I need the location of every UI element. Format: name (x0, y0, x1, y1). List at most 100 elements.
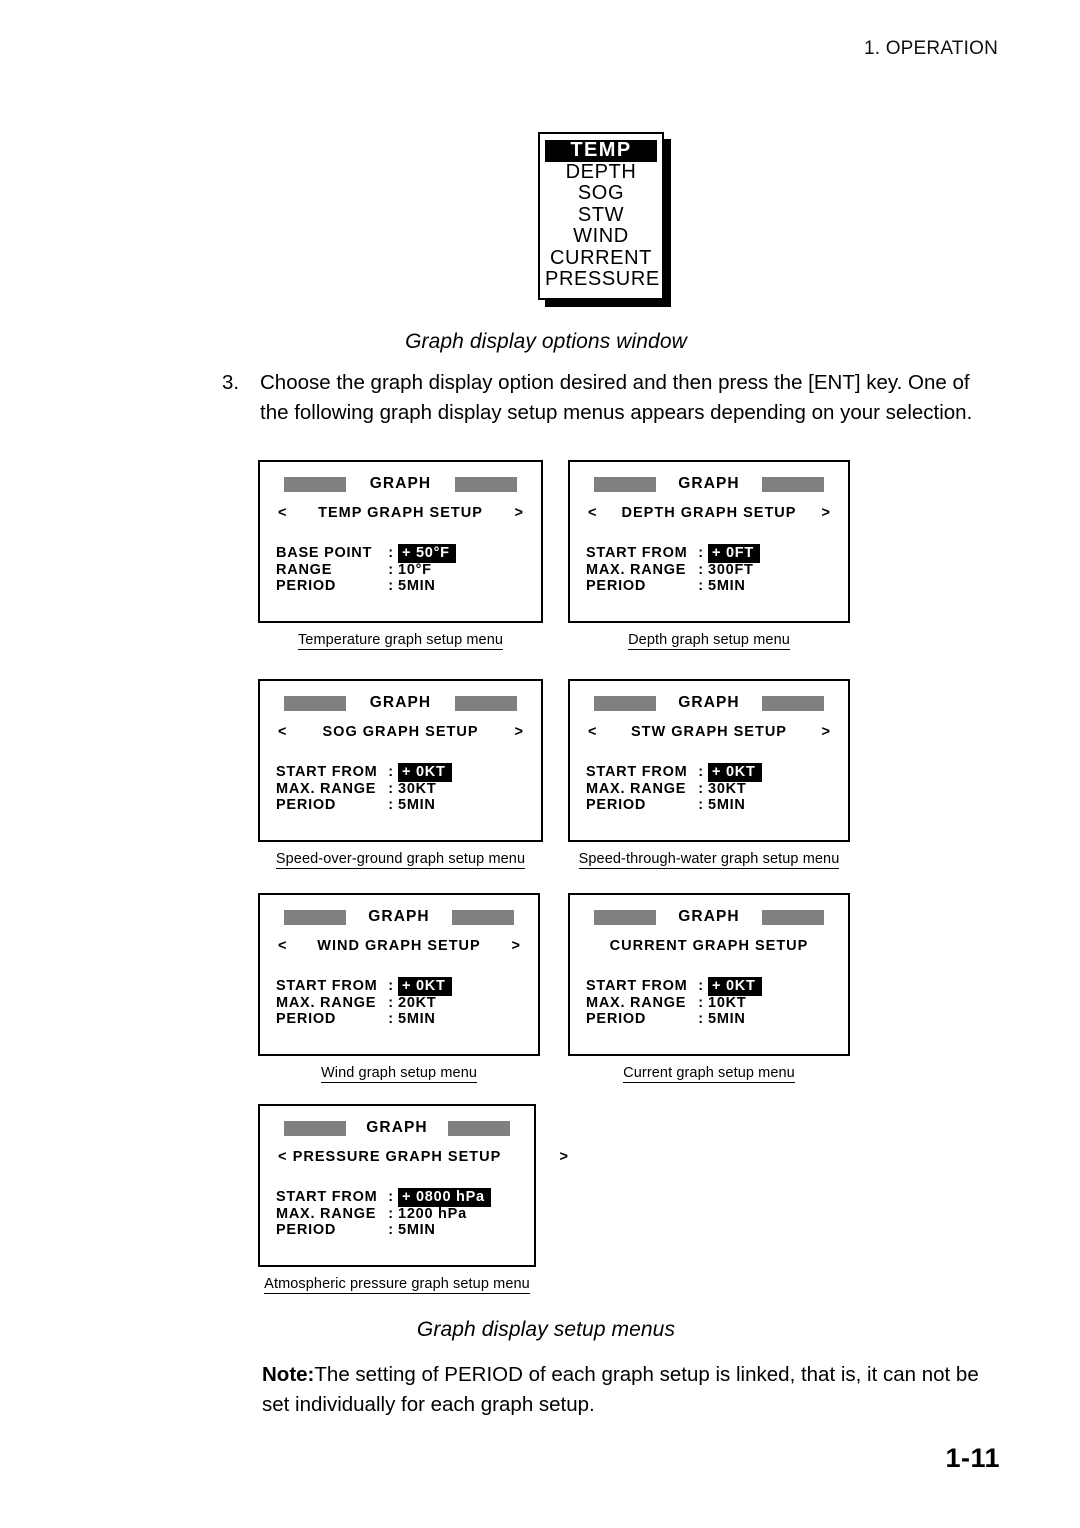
lcd-screen: GRAPH < PRESSURE GRAPH SETUP START FROM: + 0… (258, 1104, 536, 1267)
parameter-value[interactable]: 30KT (708, 781, 746, 798)
lcd-parameter-row[interactable]: START FROM: + 0FT (586, 544, 848, 563)
lcd-parameter-row[interactable]: START FROM: + 0KT (276, 763, 541, 782)
parameter-value-selected[interactable]: + 0KT (708, 763, 762, 782)
lcd-title-row: GRAPH (260, 904, 538, 934)
parameter-value[interactable]: 20KT (398, 995, 436, 1012)
lcd-parameter-row[interactable]: PERIOD:5MIN (276, 1222, 534, 1239)
lcd-subtitle-row: < DEPTH GRAPH SETUP > (570, 503, 848, 531)
parameter-label: START FROM (276, 1189, 378, 1205)
lcd-subtitle: DEPTH GRAPH SETUP (621, 505, 797, 521)
parameter-separator: : (388, 764, 394, 780)
parameter-label: RANGE (276, 561, 333, 578)
lcd-parameter-row[interactable]: MAX. RANGE:10KT (586, 995, 848, 1012)
parameter-value[interactable]: 5MIN (708, 797, 746, 814)
lcd-parameter-row[interactable]: PERIOD:5MIN (586, 797, 848, 814)
parameter-separator: : (388, 1205, 394, 1222)
lcd-parameter-list: BASE POINT: + 50°F RANGE:10°F PERIOD:5MIN (260, 544, 541, 595)
menu-caption-text: Atmospheric pressure graph setup menu (264, 1276, 530, 1294)
parameter-label: PERIOD (276, 578, 337, 594)
parameter-value[interactable]: 300FT (708, 562, 754, 579)
lcd-parameter-row[interactable]: START FROM: + 0800 hPa (276, 1188, 534, 1207)
lcd-title-row: GRAPH (570, 690, 848, 720)
menu-cell-stw-graph-setup: GRAPH < STW GRAPH SETUP > START FROM: + 0KT MA… (568, 679, 850, 869)
lcd-parameter-row[interactable]: PERIOD:5MIN (276, 797, 541, 814)
grey-bar-left (284, 910, 346, 925)
menu-caption: Speed-through-water graph setup menu (568, 851, 850, 869)
note-block: Note:The setting of PERIOD of each graph… (262, 1360, 982, 1420)
grey-bar-left (284, 477, 346, 492)
parameter-label: BASE POINT (276, 545, 373, 561)
parameter-separator: : (698, 1011, 704, 1027)
lcd-parameter-row[interactable]: PERIOD:5MIN (586, 578, 848, 595)
lcd-parameter-row[interactable]: PERIOD:5MIN (276, 1011, 538, 1028)
lcd-subtitle-row: < PRESSURE GRAPH SETUP (260, 1147, 534, 1175)
grey-bar-left (594, 910, 656, 925)
lcd-parameter-row[interactable]: MAX. RANGE:300FT (586, 562, 848, 579)
prev-arrow-icon[interactable]: < (278, 936, 286, 956)
parameter-value-selected[interactable]: + 0800 hPa (398, 1188, 491, 1207)
parameter-value-selected[interactable]: + 0KT (708, 977, 762, 996)
parameter-separator: : (388, 797, 394, 813)
parameter-value[interactable]: 10KT (708, 995, 746, 1012)
menu-caption-text: Temperature graph setup menu (297, 632, 504, 650)
parameter-separator: : (698, 578, 704, 594)
grey-bar-right (455, 696, 517, 711)
parameter-separator: : (388, 1222, 394, 1238)
lcd-subtitle: STW GRAPH SETUP (631, 724, 787, 740)
lcd-parameter-row[interactable]: MAX. RANGE:20KT (276, 995, 538, 1012)
parameter-separator: : (698, 780, 704, 797)
lcd-parameter-row[interactable]: RANGE:10°F (276, 562, 541, 579)
lcd-parameter-row[interactable]: START FROM: + 0KT (276, 977, 538, 996)
prev-arrow-icon[interactable]: < (588, 722, 596, 742)
parameter-value[interactable]: 1200 hPa (398, 1206, 467, 1223)
parameter-label: MAX. RANGE (276, 780, 377, 797)
parameter-value[interactable]: 5MIN (398, 578, 436, 595)
parameter-value[interactable]: 5MIN (398, 1222, 436, 1239)
menu-caption: Wind graph setup menu (258, 1065, 540, 1083)
lcd-parameter-row[interactable]: MAX. RANGE:30KT (586, 781, 848, 798)
parameter-value[interactable]: 5MIN (398, 797, 436, 814)
parameter-label: START FROM (586, 764, 688, 780)
lcd-screen: GRAPH < SOG GRAPH SETUP > START FROM: + 0KT MA… (258, 679, 543, 842)
lcd-parameter-row[interactable]: PERIOD:5MIN (586, 1011, 848, 1028)
parameter-value[interactable]: 10°F (398, 562, 432, 579)
parameter-separator: : (388, 780, 394, 797)
parameter-value-selected[interactable]: + 0FT (708, 544, 761, 563)
graph-setup-menu-grid: GRAPH < TEMP GRAPH SETUP > BASE POINT: + 50°F… (0, 0, 1080, 1528)
parameter-value-selected[interactable]: + 0KT (398, 977, 452, 996)
parameter-separator: : (698, 561, 704, 578)
next-arrow-icon[interactable]: > (560, 1147, 568, 1167)
next-arrow-icon[interactable]: > (515, 503, 523, 523)
prev-arrow-icon[interactable]: < (278, 1147, 286, 1167)
next-arrow-icon[interactable]: > (822, 722, 830, 742)
parameter-value[interactable]: 5MIN (398, 1011, 436, 1028)
lcd-parameter-list: START FROM: + 0KT MAX. RANGE:30KT PERIOD:5M… (570, 763, 848, 814)
menu-cell-temp-graph-setup: GRAPH < TEMP GRAPH SETUP > BASE POINT: + 50°F… (258, 460, 543, 650)
parameter-value[interactable]: 5MIN (708, 578, 746, 595)
prev-arrow-icon[interactable]: < (278, 503, 286, 523)
parameter-separator: : (388, 545, 394, 561)
lcd-parameter-row[interactable]: START FROM: + 0KT (586, 977, 848, 996)
parameter-value-selected[interactable]: + 0KT (398, 763, 452, 782)
parameter-value[interactable]: 5MIN (708, 1011, 746, 1028)
lcd-parameter-row[interactable]: BASE POINT: + 50°F (276, 544, 541, 563)
lcd-parameter-row[interactable]: START FROM: + 0KT (586, 763, 848, 782)
menu-caption: Speed-over-ground graph setup menu (258, 851, 543, 869)
lcd-parameter-list: START FROM: + 0KT MAX. RANGE:30KT PERIOD:5M… (260, 763, 541, 814)
parameter-separator: : (388, 1011, 394, 1027)
menu-caption-text: Speed-through-water graph setup menu (578, 851, 840, 869)
lcd-subtitle: SOG GRAPH SETUP (322, 724, 479, 740)
lcd-title-row: GRAPH (570, 904, 848, 934)
lcd-parameter-row[interactable]: MAX. RANGE:1200 hPa (276, 1206, 534, 1223)
next-arrow-icon[interactable]: > (822, 503, 830, 523)
parameter-value-selected[interactable]: + 50°F (398, 544, 456, 563)
next-arrow-icon[interactable]: > (512, 936, 520, 956)
lcd-parameter-row[interactable]: PERIOD:5MIN (276, 578, 541, 595)
prev-arrow-icon[interactable]: < (588, 503, 596, 523)
parameter-separator: : (388, 994, 394, 1011)
next-arrow-icon[interactable]: > (515, 722, 523, 742)
prev-arrow-icon[interactable]: < (278, 722, 286, 742)
parameter-separator: : (698, 978, 704, 994)
lcd-parameter-row[interactable]: MAX. RANGE:30KT (276, 781, 541, 798)
parameter-value[interactable]: 30KT (398, 781, 436, 798)
